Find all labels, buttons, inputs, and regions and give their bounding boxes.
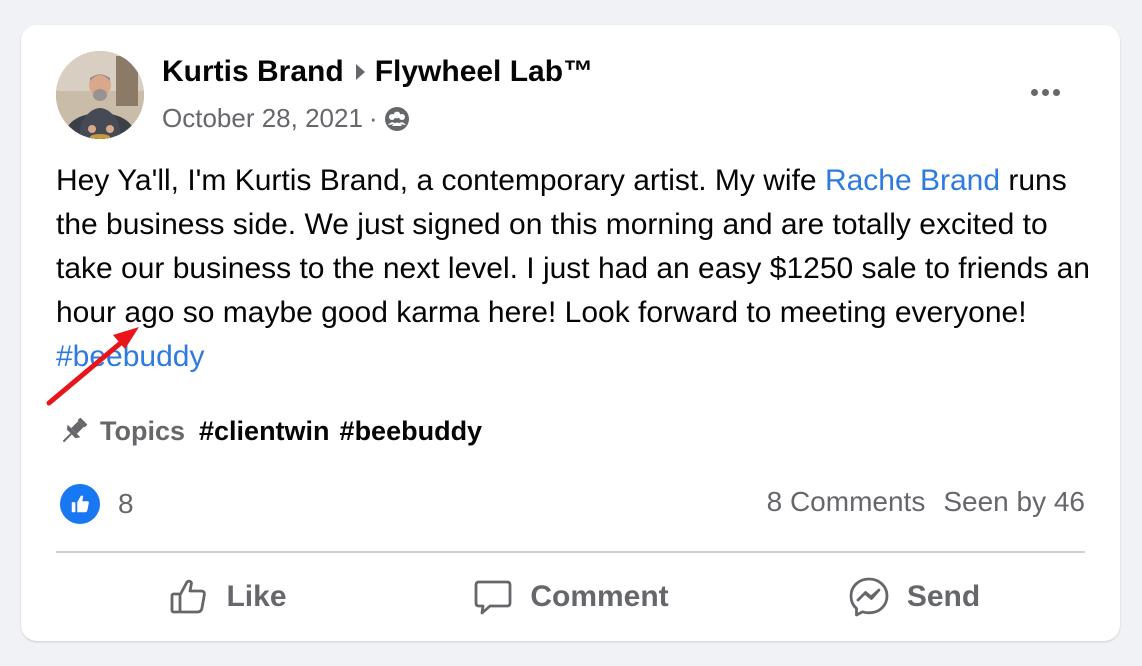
reaction-count: 8 (118, 488, 134, 519)
post-body: Hey Ya'll, I'm Kurtis Brand, a contempor… (56, 159, 1096, 379)
meta-separator: · (368, 103, 378, 133)
send-button[interactable]: Send (742, 565, 1085, 629)
group-icon (384, 106, 410, 132)
like-button-label: Like (226, 580, 287, 613)
more-icon (1030, 88, 1038, 96)
like-button[interactable]: Like (56, 565, 399, 629)
seen-by-link[interactable]: Seen by 46 (943, 486, 1085, 518)
post-body-text-1: Hey Ya'll, I'm Kurtis Brand, a contempor… (56, 164, 825, 197)
comments-count-link[interactable]: 8 Comments (767, 486, 926, 518)
messenger-icon (849, 577, 889, 617)
author-name[interactable]: Kurtis Brand (162, 55, 344, 89)
post-date[interactable]: October 28, 2021 (162, 103, 363, 134)
comment-icon (474, 580, 512, 615)
group-name[interactable]: Flywheel Lab™ (375, 55, 593, 89)
topics-label: Topics (100, 415, 186, 446)
post-stats: 8 Comments Seen by 46 (767, 486, 1085, 518)
send-button-label: Send (906, 580, 981, 613)
post-actions-bar: Like Comment Send (56, 565, 1085, 629)
post-card: Kurtis Brand Flywheel Lab™ October 28, 2… (21, 25, 1120, 641)
caret-right-icon (355, 64, 365, 80)
post-meta: October 28, 2021 · (162, 103, 410, 134)
post-header-title: Kurtis Brand Flywheel Lab™ (162, 55, 593, 89)
mention-link[interactable]: Rache Brand (825, 164, 1000, 197)
comment-button-label: Comment (530, 580, 669, 613)
topics-row: Topics #clientwin #beebuddy (56, 413, 492, 449)
comment-button[interactable]: Comment (399, 565, 742, 629)
topic-tag-beebuddy[interactable]: #beebuddy (340, 416, 483, 447)
thumbs-up-icon (171, 579, 207, 614)
pin-icon (56, 413, 92, 449)
hashtag-link[interactable]: #beebuddy (56, 340, 204, 373)
reactions-summary[interactable]: 8 (60, 484, 134, 524)
like-reaction-icon (60, 484, 100, 524)
actions-divider (56, 551, 1085, 553)
topic-tag-clientwin[interactable]: #clientwin (199, 416, 330, 447)
author-avatar[interactable] (56, 51, 144, 139)
more-options-button[interactable] (1025, 81, 1065, 103)
